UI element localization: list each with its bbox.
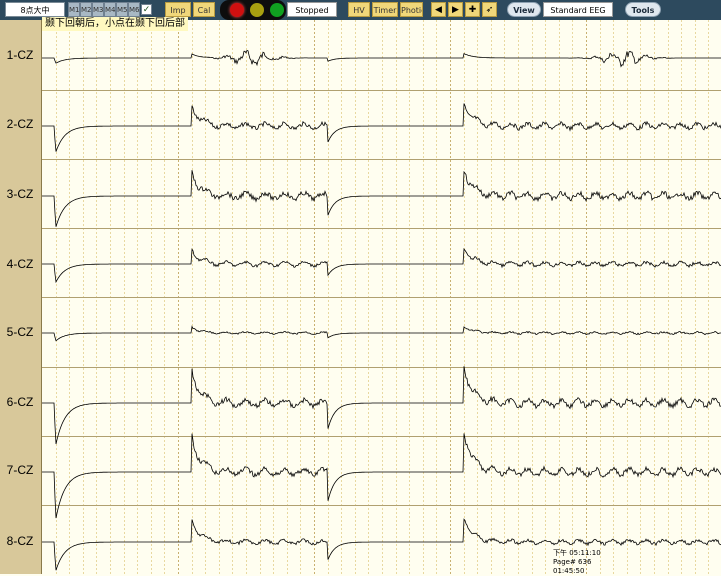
channel-label-column: 1-CZ 2-CZ 3-CZ 4-CZ 5-CZ 6-CZ 7-CZ 8-CZ — [0, 20, 42, 574]
status-info: 下午 05:11:10 Page# 636 01:45:50 — [553, 549, 601, 576]
prev-page-icon[interactable]: ◀ — [431, 2, 446, 17]
elapsed-time: 01:45:50 — [553, 567, 585, 575]
yellow-light-icon[interactable] — [250, 3, 264, 17]
hv-button[interactable]: HV — [348, 2, 370, 17]
eeg-trace-3 — [42, 170, 721, 227]
channel-label-6: 6-CZ — [6, 395, 34, 409]
next-page-icon[interactable]: ▶ — [448, 2, 463, 17]
montage-button-m6[interactable]: M6 — [128, 2, 140, 17]
eeg-trace-2 — [42, 103, 721, 152]
montage-checkbox[interactable]: ✓ — [141, 4, 152, 15]
status-lights — [220, 0, 286, 20]
green-light-icon[interactable] — [270, 3, 284, 17]
view-select[interactable]: Standard EEG View — [543, 2, 613, 30]
channel-label-7: 7-CZ — [6, 463, 34, 477]
eeg-trace-8 — [42, 518, 721, 571]
montage-button-m4[interactable]: M4 — [104, 2, 116, 17]
recording-status: Stopped — [287, 2, 337, 17]
channel-label-8: 8-CZ — [6, 534, 34, 548]
red-light-icon[interactable] — [230, 3, 244, 17]
clock-time: 下午 05:11:10 — [553, 549, 601, 557]
event-icon[interactable]: ➶ — [482, 2, 497, 17]
channel-label-5: 5-CZ — [6, 325, 34, 339]
cal-button[interactable]: Cal — [193, 2, 215, 17]
photic-button[interactable]: Photic — [400, 2, 423, 17]
marker-icon[interactable]: ✚ — [465, 2, 480, 17]
eeg-trace-5 — [42, 325, 721, 342]
view-button[interactable]: View — [507, 2, 541, 17]
montage-button-m2[interactable]: M2 — [80, 2, 92, 17]
montage-button-m3[interactable]: M3 — [92, 2, 104, 17]
montage-select[interactable]: 8点大中 — [5, 2, 65, 17]
eeg-trace-1 — [42, 49, 721, 68]
eeg-trace-4 — [42, 247, 721, 284]
channel-label-4: 4-CZ — [6, 257, 34, 271]
eeg-trace-area[interactable] — [42, 20, 721, 574]
channel-separators — [42, 90, 721, 506]
imp-button[interactable]: Imp — [165, 2, 191, 17]
channel-label-1: 1-CZ — [6, 48, 34, 62]
annotation-note: 颞下回朝后，小点在颞下回后部 — [42, 17, 188, 31]
montage-button-m1[interactable]: M1 — [68, 2, 80, 17]
timer-button[interactable]: Timer — [372, 2, 398, 17]
eeg-traces — [42, 49, 721, 571]
eeg-trace-6 — [42, 366, 721, 445]
tools-button[interactable]: Tools — [625, 2, 661, 17]
channel-label-3: 3-CZ — [6, 187, 34, 201]
page-number: Page# 636 — [553, 558, 592, 566]
checkmark-icon: ✓ — [142, 5, 151, 15]
channel-label-2: 2-CZ — [6, 117, 34, 131]
montage-button-m5[interactable]: M5 — [116, 2, 128, 17]
